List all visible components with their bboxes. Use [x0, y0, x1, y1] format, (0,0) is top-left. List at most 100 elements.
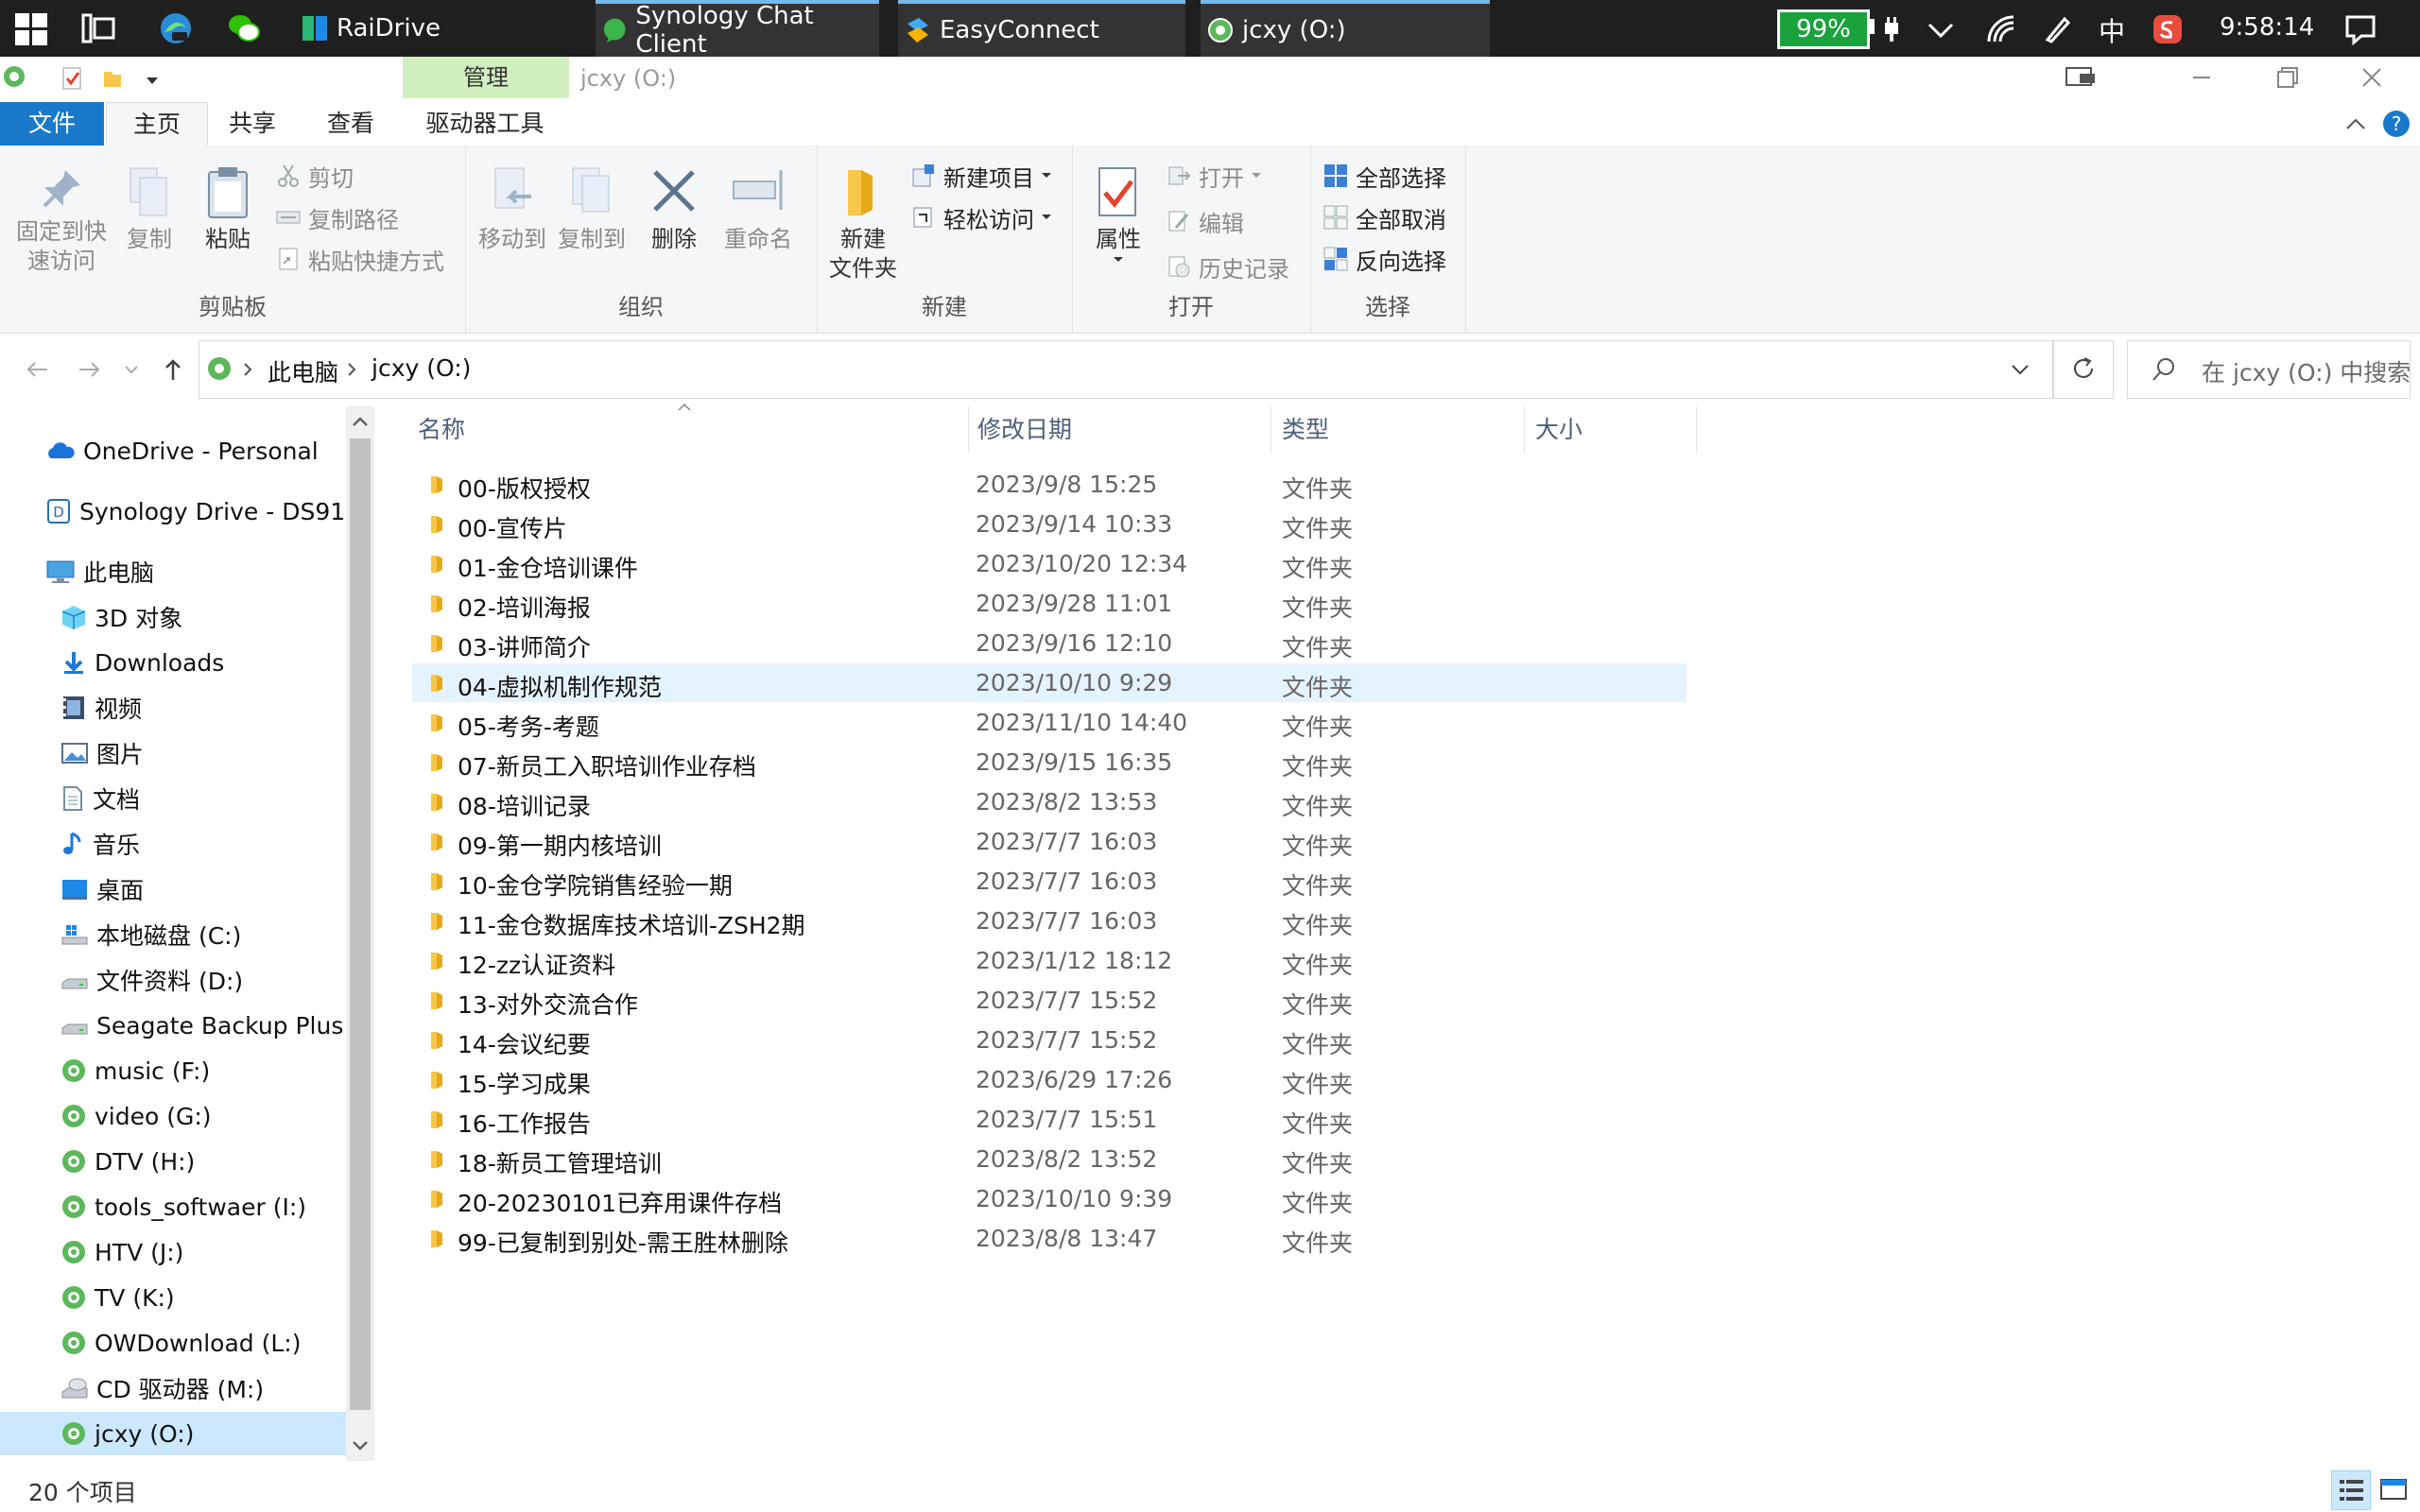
copy-path-button[interactable]: 复制路径	[276, 198, 399, 236]
sogou-input-icon[interactable]	[2152, 13, 2184, 45]
manage-context-tab[interactable]: 管理	[403, 57, 569, 98]
nav-item-drive-c[interactable]: 本地磁盘 (C:)	[0, 913, 350, 956]
select-all-button[interactable]: 全部选择	[1323, 157, 1446, 195]
wechat-icon[interactable]	[227, 11, 261, 45]
properties-button[interactable]: 属性	[1087, 164, 1150, 266]
nav-item-documents[interactable]: 文档	[0, 777, 350, 820]
column-header-name[interactable]: 名称	[408, 406, 969, 454]
file-row[interactable]: 99-已复制到别处-需王胜林删除 2023/8/8 13:47 文件夹	[412, 1219, 1686, 1258]
history-button[interactable]: 历史记录	[1167, 248, 1289, 285]
nav-scrollbar[interactable]	[346, 406, 374, 1461]
nav-item-seagate[interactable]: Seagate Backup Plus Dr	[0, 1004, 350, 1047]
taskbar-app-synology-chat[interactable]: Synology Chat Client	[596, 0, 879, 59]
cut-button[interactable]: 剪切	[276, 157, 354, 195]
restore-icon[interactable]	[2244, 57, 2329, 98]
rename-button[interactable]: 重命名	[717, 164, 800, 254]
nav-item-3d-objects[interactable]: 3D 对象	[0, 595, 350, 639]
file-row[interactable]: 18-新员工管理培训 2023/8/2 13:52 文件夹	[412, 1140, 1686, 1178]
wifi-icon[interactable]	[1985, 13, 2017, 45]
tab-share[interactable]: 共享	[212, 102, 293, 146]
windows-start-icon[interactable]	[15, 13, 47, 45]
breadcrumb-separator-icon[interactable]	[241, 362, 254, 377]
share-screen-icon[interactable]	[2042, 57, 2127, 98]
close-icon[interactable]	[2329, 57, 2414, 98]
nav-item-drive-m[interactable]: CD 驱动器 (M:)	[0, 1366, 350, 1410]
breadcrumb-separator-icon[interactable]	[345, 362, 358, 377]
file-row[interactable]: 05-考务-考题 2023/11/10 14:40 文件夹	[412, 703, 1686, 742]
search-box[interactable]: 在 jcxy (O:) 中搜索	[2127, 340, 2411, 399]
file-row[interactable]: 02-培训海报 2023/9/28 11:01 文件夹	[412, 584, 1686, 623]
qa-customize-icon[interactable]	[140, 68, 164, 93]
copy-to-button[interactable]: 复制到	[554, 164, 630, 254]
large-icons-view-icon[interactable]	[2375, 1470, 2412, 1508]
nav-item-pictures[interactable]: 图片	[0, 731, 350, 775]
breadcrumb-current[interactable]: jcxy (O:)	[372, 354, 471, 382]
tab-home[interactable]: 主页	[106, 102, 208, 147]
minimize-icon[interactable]	[2159, 57, 2244, 98]
file-row[interactable]: 12-zz认证资料 2023/1/12 18:12 文件夹	[412, 941, 1686, 980]
address-dropdown-icon[interactable]	[2009, 360, 2031, 379]
clock[interactable]: 9:58:14	[2220, 13, 2314, 42]
power-plug-icon[interactable]	[1876, 13, 1908, 45]
nav-item-drive-f[interactable]: music (F:)	[0, 1049, 350, 1092]
tab-view[interactable]: 查看	[308, 102, 393, 146]
forward-arrow-icon[interactable]	[76, 355, 104, 384]
nav-item-drive-k[interactable]: TV (K:)	[0, 1276, 350, 1319]
file-row[interactable]: 09-第一期内核培训 2023/7/7 16:03 文件夹	[412, 822, 1686, 861]
back-arrow-icon[interactable]	[23, 355, 51, 384]
taskbar-app-raidrive[interactable]: RaiDrive	[295, 0, 565, 57]
nav-item-synology-drive[interactable]: D Synology Drive - DS916	[0, 490, 350, 533]
pin-quick-access-button[interactable]: 固定到快 速访问	[9, 164, 113, 276]
tab-drive-tools[interactable]: 驱动器工具	[406, 102, 563, 146]
properties-qa-icon[interactable]	[60, 66, 85, 91]
paste-button[interactable]: 粘贴	[197, 164, 259, 254]
notification-icon[interactable]	[2344, 13, 2377, 45]
up-arrow-icon[interactable]	[159, 355, 187, 384]
nav-item-drive-l[interactable]: OWDownload (L:)	[0, 1321, 350, 1365]
nav-item-drive-g[interactable]: video (G:)	[0, 1094, 350, 1138]
breadcrumb-this-pc[interactable]: 此电脑	[268, 354, 338, 388]
scroll-up-icon[interactable]	[351, 414, 370, 429]
refresh-button[interactable]	[2053, 340, 2114, 399]
pen-icon[interactable]	[2042, 13, 2074, 45]
details-view-icon[interactable]	[2331, 1470, 2371, 1510]
scroll-down-icon[interactable]	[351, 1438, 370, 1453]
taskbar-app-easyconnect[interactable]: EasyConnect	[898, 0, 1185, 57]
nav-item-drive-h[interactable]: DTV (H:)	[0, 1140, 350, 1183]
invert-selection-button[interactable]: 反向选择	[1323, 240, 1446, 278]
file-row[interactable]: 10-金仓学院销售经验一期 2023/7/7 16:03 文件夹	[412, 862, 1686, 901]
recent-locations-icon[interactable]	[123, 355, 140, 384]
new-item-button[interactable]: 新建项目	[911, 157, 1061, 195]
file-row[interactable]: 11-金仓数据库技术培训-ZSH2期 2023/7/7 16:03 文件夹	[412, 902, 1686, 940]
file-row[interactable]: 08-培训记录 2023/8/2 13:53 文件夹	[412, 782, 1686, 821]
file-row[interactable]: 01-金仓培训课件 2023/10/20 12:34 文件夹	[412, 544, 1686, 583]
file-row[interactable]: 13-对外交流合作 2023/7/7 15:52 文件夹	[412, 981, 1686, 1020]
nav-item-downloads[interactable]: Downloads	[0, 641, 350, 684]
nav-item-videos[interactable]: 视频	[0, 686, 350, 730]
new-folder-button[interactable]: 新建 文件夹	[824, 164, 902, 284]
column-header-size[interactable]: 大小	[1526, 406, 1697, 454]
file-row[interactable]: 03-讲师简介 2023/9/16 12:10 文件夹	[412, 624, 1686, 662]
nav-scrollbar-thumb[interactable]	[350, 438, 371, 1410]
task-view-icon[interactable]	[81, 13, 115, 43]
address-bar[interactable]: 此电脑 jcxy (O:)	[199, 340, 2053, 399]
taskbar-app-explorer[interactable]: jcxy (O:)	[1201, 0, 1490, 57]
nav-item-drive-d[interactable]: 文件资料 (D:)	[0, 958, 350, 1002]
nav-item-music[interactable]: 音乐	[0, 822, 350, 866]
nav-item-desktop[interactable]: 桌面	[0, 868, 350, 911]
file-row[interactable]: 15-学习成果 2023/6/29 17:26 文件夹	[412, 1060, 1686, 1099]
copy-button[interactable]: 复制	[121, 164, 178, 254]
new-folder-qa-icon[interactable]	[100, 66, 125, 91]
select-none-button[interactable]: 全部取消	[1323, 198, 1446, 236]
open-button[interactable]: 打开	[1167, 157, 1270, 195]
tab-file[interactable]: 文件	[0, 102, 104, 146]
easy-access-button[interactable]: 轻松访问	[911, 198, 1061, 236]
delete-button[interactable]: 删除	[643, 164, 705, 254]
ime-indicator[interactable]: 中	[2099, 11, 2125, 49]
nav-item-drive-i[interactable]: tools_softwaer (I:)	[0, 1185, 350, 1228]
nav-item-this-pc[interactable]: 此电脑	[0, 550, 350, 593]
column-header-type[interactable]: 类型	[1272, 406, 1525, 454]
column-header-date[interactable]: 修改日期	[968, 406, 1271, 454]
move-to-button[interactable]: 移动到	[475, 164, 550, 254]
battery-indicator[interactable]: 99%	[1777, 9, 1870, 49]
